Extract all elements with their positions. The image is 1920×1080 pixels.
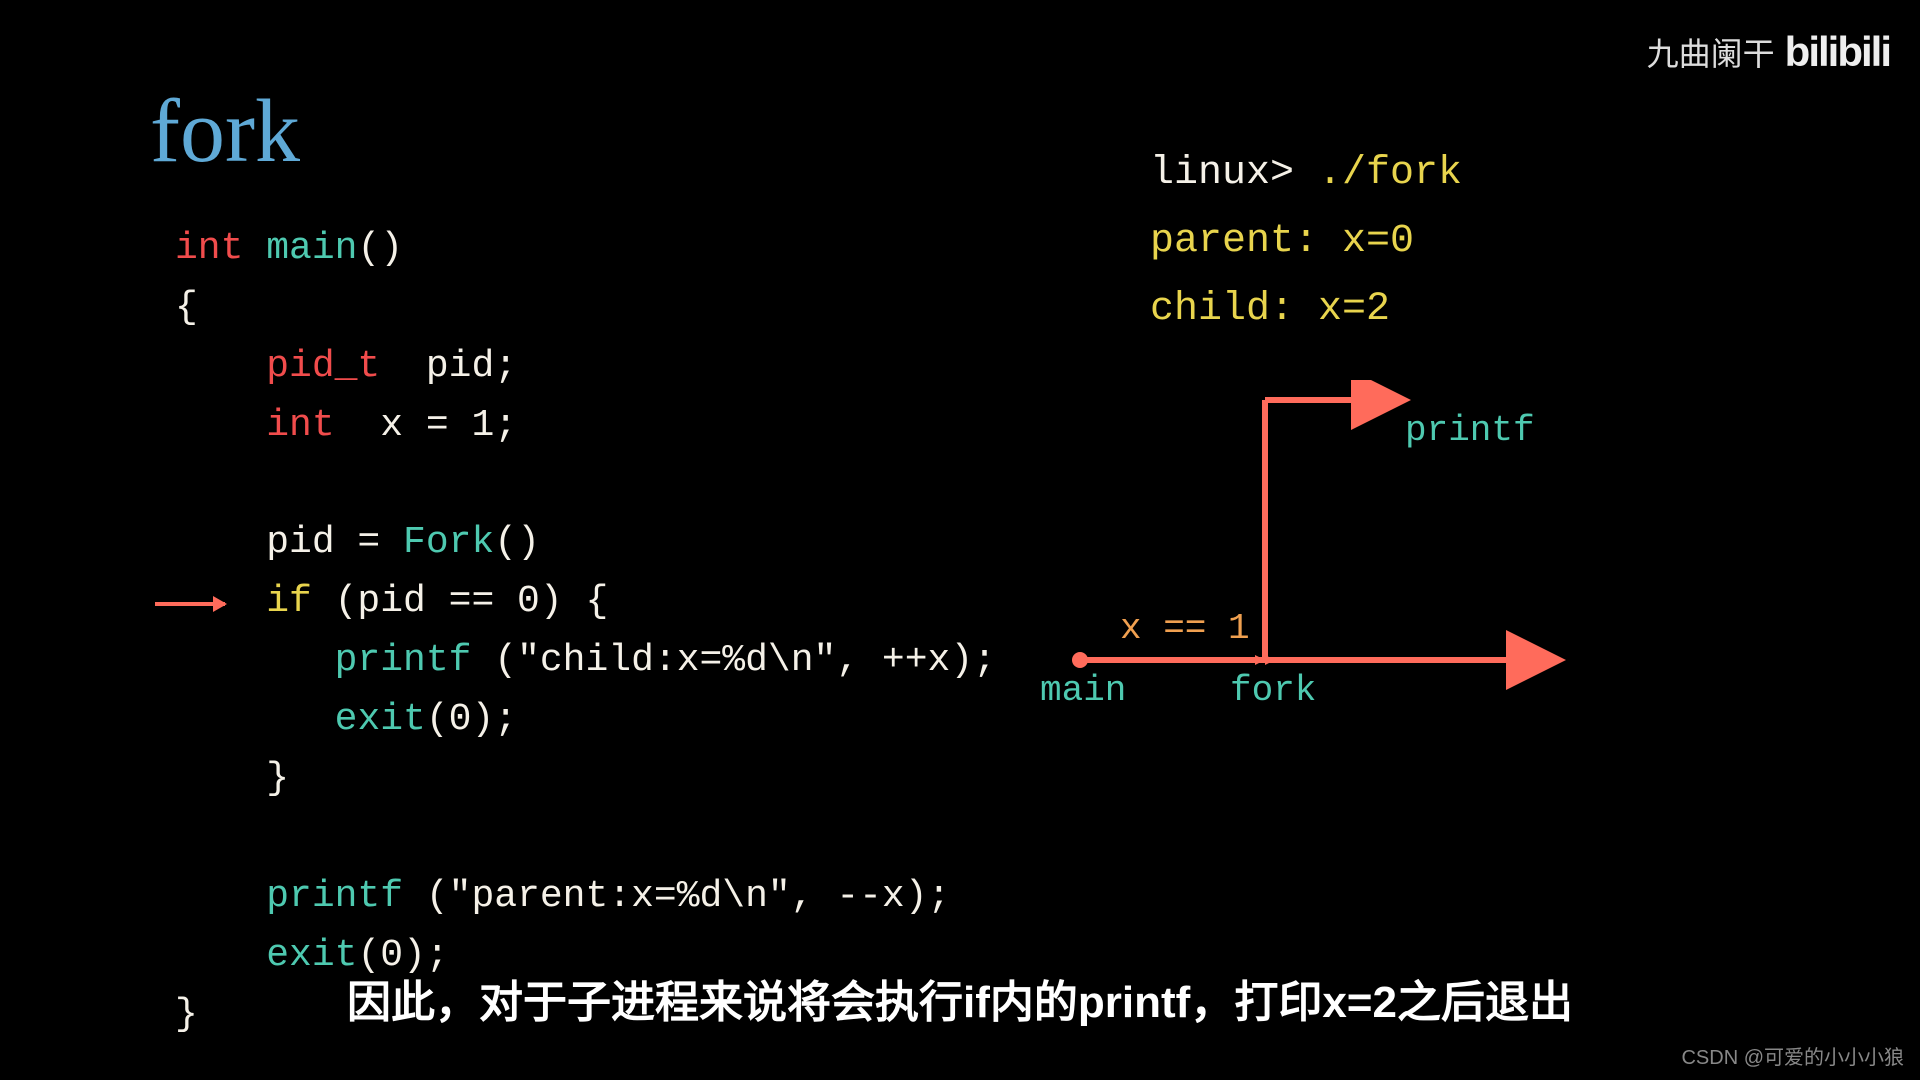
fn-main: main: [266, 227, 357, 270]
label-main: main: [1040, 670, 1126, 711]
code-block: int main() { pid_t pid; int x = 1; pid =…: [175, 220, 996, 1044]
slide: fork int main() { pid_t pid; int x = 1; …: [0, 0, 1920, 1080]
label-fork: fork: [1230, 670, 1316, 711]
slide-title: fork: [150, 80, 300, 183]
fn-exit: exit: [335, 698, 426, 741]
terminal-output: linux> ./fork parent: x=0 child: x=2: [1150, 140, 1462, 344]
current-line-arrow: [155, 602, 225, 606]
shell-command: ./fork: [1318, 151, 1462, 196]
watermark-bottom-right: CSDN @可爱的小小小狼: [1681, 1041, 1904, 1070]
author-name: 九曲阑干: [1647, 29, 1775, 75]
kw-int: int: [175, 227, 243, 270]
watermark-top-right: 九曲阑干 bilibili: [1647, 28, 1890, 76]
kw-if: if: [266, 580, 312, 623]
type-pid_t: pid_t: [266, 345, 380, 388]
label-printf: printf: [1405, 410, 1535, 451]
fn-printf: printf: [335, 639, 472, 682]
shell-prompt: linux>: [1150, 151, 1318, 196]
kw-int: int: [266, 404, 334, 447]
output-line: parent: x=0: [1150, 219, 1414, 264]
fn-printf: printf: [266, 875, 403, 918]
subtitle-caption: 因此，对于子进程来说将会执行if内的printf，打印x=2之后退出: [0, 966, 1920, 1030]
label-x: x == 1: [1120, 608, 1250, 649]
process-graph: x == 1 main fork printf: [1060, 380, 1620, 720]
bilibili-logo: bilibili: [1785, 28, 1890, 76]
output-line: child: x=2: [1150, 287, 1390, 332]
graph-svg: [1060, 380, 1620, 720]
fn-fork: Fork: [403, 521, 494, 564]
